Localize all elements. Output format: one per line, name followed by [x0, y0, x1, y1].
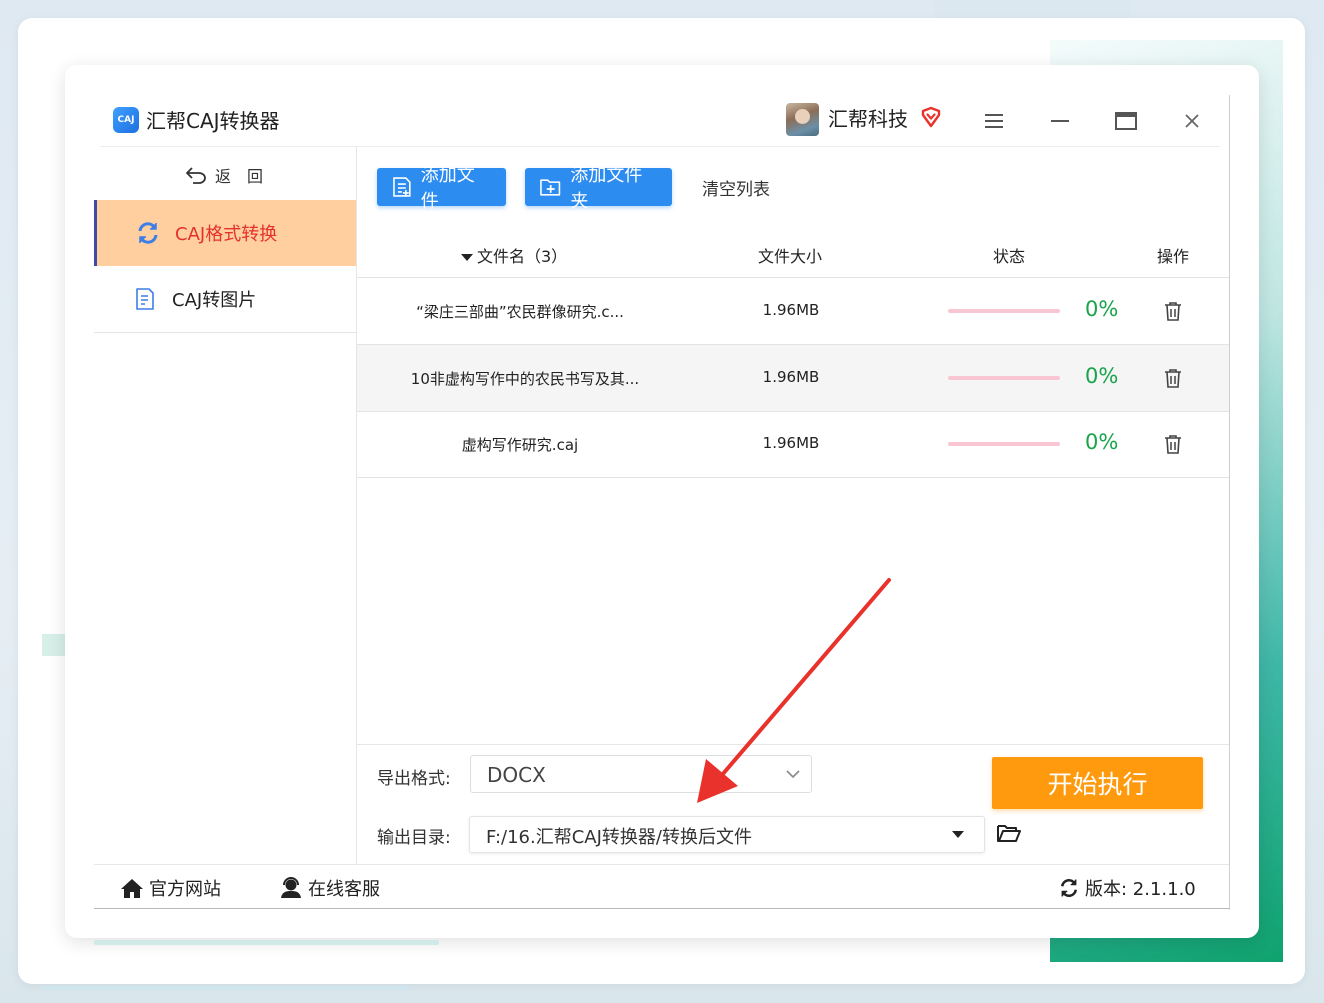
add-folder-icon: [540, 179, 561, 196]
output-dir-select[interactable]: F:/16.汇帮CAJ转换器/转换后文件: [469, 816, 985, 853]
file-size: 1.96MB: [762, 301, 820, 319]
website-label: 官方网站: [149, 879, 221, 900]
sidebar-border: [356, 147, 357, 864]
progress-bar: [948, 442, 1060, 446]
chevron-down-icon: [786, 770, 800, 779]
add-folder-label: 添加文件夹: [570, 165, 643, 212]
table-row: 10非虚构写作中的农民书写及其... 1.96MB 0%: [357, 345, 1229, 412]
format-select[interactable]: DOCX: [470, 755, 812, 793]
format-label: 导出格式:: [377, 769, 451, 789]
version-info: 版本: 2.1.1.0: [1058, 875, 1196, 901]
column-header-action: 操作: [1157, 247, 1190, 266]
column-header-name-label: 文件名（3）: [477, 247, 568, 266]
sidebar-item-caj-image[interactable]: CAJ转图片: [94, 266, 356, 332]
background-strip: [935, 0, 1131, 20]
background-bar: [42, 986, 410, 990]
avatar[interactable]: [786, 103, 819, 136]
sort-caret-icon: [461, 254, 473, 261]
document-icon: [132, 286, 158, 312]
sync-icon: [1060, 878, 1078, 898]
minimize-icon[interactable]: [1044, 105, 1076, 137]
sidebar-item-caj-format[interactable]: CAJ格式转换: [94, 200, 356, 266]
sidebar-item-label: CAJ格式转换: [175, 224, 278, 245]
progress-percent: 0%: [1085, 430, 1119, 454]
app-window: CAJ 汇帮CAJ转换器 汇帮科技 返 回 CAJ格式转换 CAJ转图片 添加文…: [65, 65, 1259, 938]
support-link[interactable]: 在线客服: [279, 875, 380, 901]
file-size: 1.96MB: [762, 434, 820, 452]
file-name: “梁庄三部曲”农民群像研究.c...: [416, 303, 624, 321]
column-header-status: 状态: [993, 247, 1026, 266]
progress-bar: [948, 309, 1060, 313]
output-dir-label: 输出目录:: [377, 828, 451, 848]
app-logo-icon: CAJ: [113, 107, 139, 133]
clear-list-button[interactable]: 清空列表: [702, 175, 770, 200]
app-title: 汇帮CAJ转换器: [146, 109, 280, 133]
window-edge: [1229, 95, 1230, 910]
refresh-icon: [135, 220, 161, 246]
sidebar-divider: [94, 332, 356, 333]
output-dir-value: F:/16.汇帮CAJ转换器/转换后文件: [486, 827, 752, 848]
titlebar-divider: [100, 146, 1220, 147]
trash-icon[interactable]: [1162, 433, 1184, 455]
background-bar: [94, 940, 439, 945]
file-size: 1.96MB: [762, 368, 820, 386]
vip-diamond-icon[interactable]: [919, 105, 943, 129]
back-arrow-icon: [186, 167, 206, 184]
close-icon[interactable]: [1176, 105, 1208, 137]
back-label: 返 回: [215, 167, 264, 186]
footer-divider: [94, 864, 1229, 865]
version-label: 版本: 2.1.1.0: [1085, 879, 1196, 900]
website-link[interactable]: 官方网站: [120, 875, 221, 901]
app-logo-text: CAJ: [117, 115, 135, 125]
maximize-icon[interactable]: [1110, 105, 1142, 137]
progress-bar: [948, 376, 1060, 380]
caret-down-icon: [952, 831, 964, 838]
start-button[interactable]: 开始执行: [992, 757, 1203, 809]
format-value: DOCX: [487, 763, 546, 787]
trash-icon[interactable]: [1162, 300, 1184, 322]
add-file-icon: [393, 177, 411, 197]
add-file-button[interactable]: 添加文件: [377, 165, 506, 212]
menu-icon[interactable]: [978, 105, 1010, 137]
trash-icon[interactable]: [1162, 367, 1184, 389]
sidebar-item-label: CAJ转图片: [172, 290, 257, 311]
folder-open-icon[interactable]: [996, 821, 1022, 845]
footer-bottom-border: [94, 908, 1229, 909]
file-name: 虚构写作研究.caj: [461, 436, 579, 454]
column-header-size: 文件大小: [758, 247, 823, 266]
home-icon: [121, 879, 143, 898]
settings-divider: [357, 744, 1229, 745]
back-button[interactable]: 返 回: [185, 163, 263, 187]
support-label: 在线客服: [308, 879, 380, 900]
table-row: 虚构写作研究.caj 1.96MB 0%: [357, 411, 1229, 478]
support-agent-icon: [281, 877, 301, 898]
file-name: 10非虚构写作中的农民书写及其...: [410, 370, 640, 388]
progress-percent: 0%: [1085, 297, 1119, 321]
column-header-name[interactable]: 文件名（3）: [461, 243, 567, 267]
table-row: “梁庄三部曲”农民群像研究.c... 1.96MB 0%: [357, 278, 1229, 345]
user-name[interactable]: 汇帮科技: [828, 105, 908, 133]
add-file-label: 添加文件: [420, 165, 475, 212]
progress-percent: 0%: [1085, 364, 1119, 388]
add-folder-button[interactable]: 添加文件夹: [525, 165, 672, 212]
